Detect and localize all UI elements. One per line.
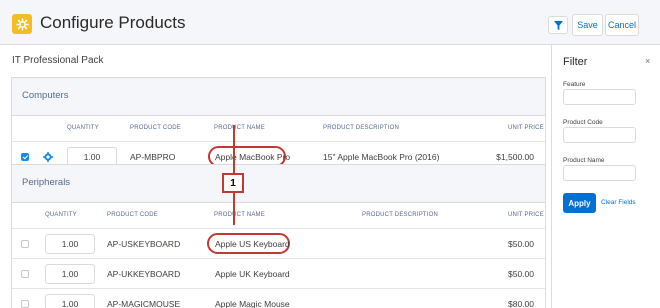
apply-button[interactable]: Apply [563, 193, 596, 213]
group-header: Peripherals [12, 165, 545, 203]
product-name-field[interactable] [563, 165, 636, 181]
product-name: Apple UK Keyboard [215, 269, 290, 279]
product-code: AP-MBPRO [130, 152, 176, 162]
unit-price: $50.00 [508, 239, 534, 249]
col-quantity: QUANTITY [67, 125, 99, 131]
quantity-input[interactable]: 1.00 [45, 234, 95, 254]
product-name: Apple US Keyboard [215, 239, 290, 249]
gear-icon[interactable] [43, 152, 53, 162]
col-product-code: PRODUCT CODE [130, 125, 181, 131]
product-name: Apple Magic Mouse [215, 299, 290, 308]
col-unit-price: UNIT PRICE [508, 125, 544, 131]
col-product-description: PRODUCT DESCRIPTION [362, 212, 439, 218]
unit-price: $80.00 [508, 299, 534, 308]
product-code-label: Product Code [563, 119, 603, 126]
col-product-name: PRODUCT NAME [214, 125, 265, 131]
col-product-name: PRODUCT NAME [214, 212, 265, 218]
product-code: AP-MAGICMOUSE [107, 299, 181, 308]
column-headers: QUANTITY PRODUCT CODE PRODUCT NAME PRODU… [12, 203, 545, 228]
cancel-button[interactable]: Cancel [605, 14, 639, 36]
callout-marker: 1 [222, 173, 244, 193]
col-product-code: PRODUCT CODE [107, 212, 158, 218]
product-name: Apple MacBook Pro [215, 152, 291, 162]
row-select-checkbox[interactable] [21, 300, 29, 308]
unit-price: $50.00 [508, 269, 534, 279]
filter-toggle-button[interactable] [548, 16, 568, 34]
table-row: 1.00 AP-UKKEYBOARD Apple UK Keyboard $50… [12, 258, 545, 288]
clear-fields-link[interactable]: Clear Fields [601, 199, 636, 206]
group-computers: Computers QUANTITY PRODUCT CODE PRODUCT … [11, 77, 546, 172]
unit-price: $1,500.00 [496, 152, 534, 162]
col-quantity: QUANTITY [45, 212, 77, 218]
feature-field[interactable] [563, 89, 636, 105]
feature-label: Feature [563, 81, 586, 88]
product-name-label: Product Name [563, 157, 605, 164]
product-code: AP-USKEYBOARD [107, 239, 181, 249]
group-name: Peripherals [22, 177, 71, 188]
product-description: 15" Apple MacBook Pro (2016) [323, 152, 440, 162]
group-name: Computers [22, 90, 69, 101]
column-headers: QUANTITY PRODUCT CODE PRODUCT NAME PRODU… [12, 116, 545, 141]
table-row: 1.00 AP-USKEYBOARD Apple US Keyboard $50… [12, 228, 545, 258]
row-select-checkbox[interactable] [21, 240, 29, 248]
row-select-checkbox[interactable] [21, 270, 29, 278]
col-product-description: PRODUCT DESCRIPTION [323, 125, 400, 131]
col-unit-price: UNIT PRICE [508, 212, 544, 218]
product-code-field[interactable] [563, 127, 636, 143]
quantity-input[interactable]: 1.00 [45, 294, 95, 308]
filter-panel: Filter × Feature Product Code Product Na… [551, 45, 660, 308]
quantity-input[interactable]: 1.00 [45, 264, 95, 284]
configure-icon [12, 14, 32, 34]
product-configuration: IT Professional Pack Computers QUANTITY … [0, 45, 551, 308]
callout-connector [233, 193, 235, 225]
group-peripherals: Peripherals QUANTITY PRODUCT CODE PRODUC… [11, 164, 546, 308]
product-code: AP-UKKEYBOARD [107, 269, 181, 279]
group-header: Computers [12, 78, 545, 116]
page-header: Configure Products Save Cancel [0, 0, 660, 45]
filter-title: Filter [563, 56, 588, 68]
save-button[interactable]: Save [572, 14, 603, 36]
row-select-checkbox[interactable] [21, 153, 29, 161]
filter-icon [553, 20, 563, 30]
callout-connector [233, 125, 235, 173]
bundle-title: IT Professional Pack [12, 55, 104, 66]
close-icon[interactable]: × [645, 56, 650, 66]
table-row: 1.00 AP-MAGICMOUSE Apple Magic Mouse $80… [12, 288, 545, 308]
page-title: Configure Products [40, 13, 186, 32]
